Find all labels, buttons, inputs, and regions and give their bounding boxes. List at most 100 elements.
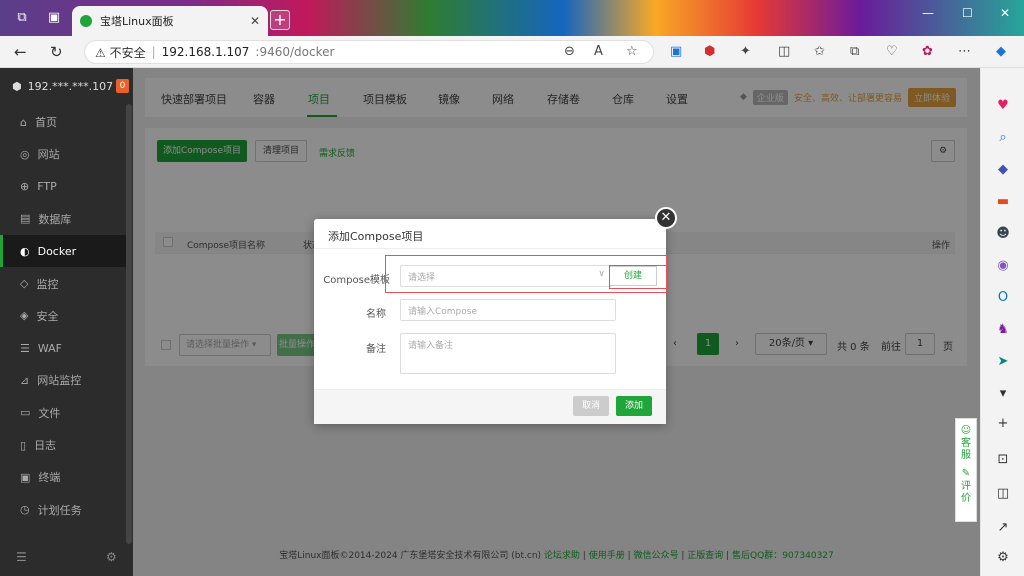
- sidebar-item-9[interactable]: ▭ 文件: [0, 397, 126, 429]
- send-icon[interactable]: ➤: [995, 354, 1011, 370]
- search-icon[interactable]: ⌕: [995, 130, 1011, 146]
- template-label: Compose模板: [323, 275, 390, 286]
- sidebar-item-label: FTP: [37, 180, 57, 194]
- sidebar-item-icon: ▭: [20, 406, 31, 420]
- edge-sidebar: ♥ ⌕ ◆ ▬ ☻ ◉ O ♞ ➤ ▾ + ⊡ ◫ ↗ ⚙: [980, 68, 1024, 576]
- more-menu-icon[interactable]: ⋯: [958, 44, 971, 59]
- service-icon: ☺: [960, 425, 972, 436]
- tab-close-icon[interactable]: ✕: [250, 14, 260, 28]
- review-link[interactable]: 评价: [961, 481, 971, 505]
- name-input[interactable]: 请输入Compose: [400, 299, 616, 321]
- sidebar-item-icon: ▤: [20, 212, 31, 226]
- sidebar-scrollbar[interactable]: [126, 104, 132, 544]
- sidebar-item-icon: ⊿: [20, 373, 30, 387]
- sidebar-item-label: 计划任务: [37, 503, 82, 517]
- add-compose-dialog: 添加Compose项目 ✕ Compose模板 请选择 ∨ 创建 名称 请输入C…: [314, 207, 677, 424]
- sidebar-item-5[interactable]: ◇ 监控: [0, 268, 126, 300]
- adblock-icon[interactable]: ⬢: [704, 44, 715, 59]
- remark-textarea[interactable]: 请输入备注: [400, 333, 616, 374]
- favorite-star-icon[interactable]: ☆: [626, 44, 638, 59]
- sidebar-item-label: 数据库: [38, 212, 72, 226]
- sidebar-item-4[interactable]: ◐ Docker: [0, 235, 126, 268]
- person-icon[interactable]: ☻: [995, 226, 1011, 242]
- tag-icon[interactable]: ◆: [995, 162, 1011, 178]
- add-icon[interactable]: +: [995, 416, 1011, 432]
- host-ip: 192.***.***.107: [27, 80, 114, 93]
- profile-avatar-icon[interactable]: ✿: [922, 44, 933, 59]
- close-dialog-icon[interactable]: ✕: [655, 207, 677, 229]
- sidebar-item-7[interactable]: ☰ WAF: [0, 332, 126, 364]
- maximize-button[interactable]: ☐: [962, 6, 973, 20]
- sidebar-item-1[interactable]: ◎ 网站: [0, 138, 126, 170]
- browser-tab[interactable]: 宝塔Linux面板 ✕: [72, 6, 268, 36]
- sidebar-item-icon: ⊕: [20, 180, 30, 194]
- extensions-puzzle-icon[interactable]: ✦: [740, 44, 751, 59]
- external-link-icon[interactable]: ↗: [995, 520, 1011, 536]
- split-screen-icon[interactable]: ◫: [778, 44, 790, 59]
- server-host: ⬢ 192.***.***.107: [12, 80, 113, 93]
- sidebar-toggle-icon[interactable]: ◫: [995, 486, 1011, 502]
- sidebar-item-11[interactable]: ▣ 终端: [0, 461, 126, 493]
- new-tab-button[interactable]: +: [270, 10, 290, 30]
- sidebar-item-label: 监控: [36, 277, 59, 291]
- toolbox-icon[interactable]: ▬: [995, 194, 1011, 210]
- kefu-link[interactable]: 客服: [961, 438, 971, 462]
- tab-title: 宝塔Linux面板: [100, 15, 174, 28]
- read-aloud-icon[interactable]: A: [594, 44, 603, 59]
- sidebar-item-2[interactable]: ⊕ FTP: [0, 171, 126, 203]
- sidebar-item-label: 网站: [37, 148, 60, 162]
- tab-actions-icon[interactable]: ▣: [46, 10, 62, 26]
- extension-icon[interactable]: ▣: [670, 44, 682, 59]
- sidebar-item-6[interactable]: ◈ 安全: [0, 300, 126, 332]
- screenshot-icon[interactable]: ⊡: [995, 452, 1011, 468]
- bell-icon[interactable]: ♥: [995, 98, 1011, 114]
- zoom-icon[interactable]: ⊖: [564, 44, 575, 59]
- sidebar-item-icon: ⌂: [20, 115, 27, 129]
- service-float: ☺ 客服 ✎ 评价: [955, 418, 977, 522]
- sidebar-item-icon: ▯: [20, 438, 27, 452]
- cancel-button[interactable]: 取消: [573, 396, 609, 416]
- sidebar-item-icon: ▣: [20, 470, 31, 484]
- sidebar-item-icon: ◷: [20, 503, 30, 517]
- url-path: :9460/docker: [255, 45, 335, 59]
- insecure-warning[interactable]: ⚠ 不安全: [95, 44, 146, 61]
- copilot-icon[interactable]: ◆: [996, 44, 1006, 59]
- sidebar-item-label: 网站监控: [37, 374, 82, 388]
- add-button[interactable]: 添加: [616, 396, 652, 416]
- settings-gear-icon[interactable]: ⚙: [995, 550, 1011, 566]
- close-window-button[interactable]: ✕: [1000, 6, 1010, 20]
- heart-icon[interactable]: ♡: [886, 44, 898, 59]
- favorites-icon[interactable]: ✩: [814, 44, 825, 59]
- refresh-icon[interactable]: ↻: [50, 43, 63, 61]
- browser-tab-bar: ⧉ ▣ 宝塔Linux面板 ✕ + — ☐ ✕: [0, 0, 1024, 36]
- url-host: 192.168.1.107: [161, 45, 250, 59]
- chevron-down-icon[interactable]: ▾: [995, 386, 1011, 402]
- server-icon: ⬢: [12, 80, 22, 93]
- outlook-icon[interactable]: O: [995, 290, 1011, 306]
- remark-label: 备注: [366, 344, 386, 355]
- sidebar-item-icon: ◇: [20, 277, 29, 290]
- panel-sidebar: ⬢ 192.***.***.107 0 ⌂ 首页 ◎ 网站 ⊕ FTP ▤ 数据库 ◐ Docke…: [0, 68, 133, 576]
- sidebar-item-10[interactable]: ▯ 日志: [0, 429, 126, 461]
- bt-favicon-icon: [80, 15, 92, 27]
- copilot-sidebar-icon[interactable]: ◉: [995, 258, 1011, 274]
- collections-icon[interactable]: ⧉: [850, 44, 859, 59]
- sidebar-item-3[interactable]: ▤ 数据库: [0, 203, 126, 235]
- sidebar-settings-icon[interactable]: ⚙: [106, 550, 117, 564]
- sidebar-item-12[interactable]: ◷ 计划任务: [0, 494, 126, 526]
- sidebar-item-icon: ◐: [20, 244, 30, 258]
- notification-badge[interactable]: 0: [116, 79, 129, 93]
- minimize-button[interactable]: —: [922, 6, 934, 20]
- dialog-footer: [314, 389, 666, 424]
- workspaces-icon[interactable]: ⧉: [14, 10, 30, 26]
- sidebar-item-label: WAF: [37, 341, 63, 355]
- back-arrow-icon[interactable]: ←: [14, 43, 27, 61]
- collapse-menu-icon[interactable]: ☰: [16, 550, 27, 564]
- sidebar-item-icon: ◎: [20, 147, 30, 161]
- sidebar-item-0[interactable]: ⌂ 首页: [0, 106, 126, 138]
- review-icon: ✎: [961, 468, 971, 479]
- games-icon[interactable]: ♞: [995, 322, 1011, 338]
- url-separator: |: [151, 45, 156, 59]
- sidebar-item-8[interactable]: ⊿ 网站监控: [0, 364, 126, 396]
- address-bar-row: ← ↻ ⚠ 不安全 | 192.168.1.107:9460/docker ⊖ …: [0, 36, 1024, 68]
